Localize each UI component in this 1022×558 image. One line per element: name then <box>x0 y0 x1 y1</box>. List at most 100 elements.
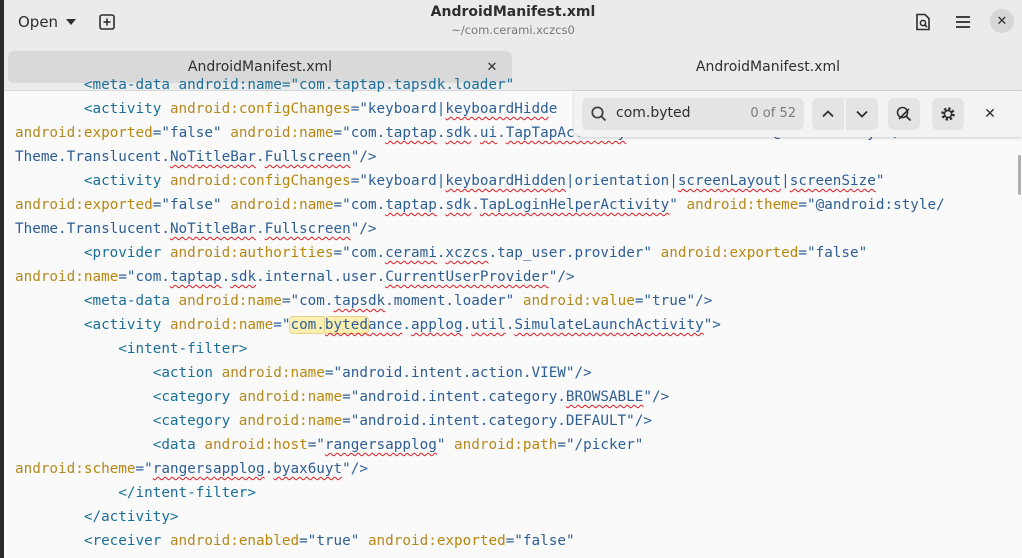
close-window-button[interactable]: ✕ <box>990 9 1014 33</box>
code-token: sdk <box>445 125 472 141</box>
code-token: taptap <box>169 269 222 285</box>
document-search-icon <box>916 13 930 31</box>
document-button[interactable] <box>908 8 938 36</box>
search-settings-button[interactable] <box>932 98 964 130</box>
code-token: sdk <box>445 197 472 213</box>
code-token: <meta-data <box>15 293 179 309</box>
code-token: host <box>273 437 308 453</box>
code-token: | <box>781 173 790 189</box>
code-token: ="@android:style/ <box>798 197 945 213</box>
code-line: android:name="com.taptap.sdk.internal.us… <box>15 265 945 289</box>
main-menu-button[interactable] <box>948 8 978 36</box>
code-token: rangersapplog <box>324 437 437 453</box>
code-token: enabled <box>238 533 300 549</box>
code-line: <activity android:name="com.bytedance.ap… <box>15 313 945 337</box>
chevron-up-icon <box>822 110 834 118</box>
previous-match-button[interactable] <box>812 98 844 130</box>
code-token: android: <box>660 245 730 261</box>
code-line: Theme.Translucent.NoTitleBar.Fullscreen"… <box>15 145 945 169</box>
code-token: name <box>299 125 334 141</box>
code-token: android: <box>454 437 523 453</box>
code-token: xczcs <box>445 245 489 261</box>
code-token: path <box>522 437 558 453</box>
code-token: ="false" <box>798 245 868 261</box>
code-token: scheme <box>83 461 136 477</box>
code-token: authorities <box>238 245 334 261</box>
code-line: <provider android: authorities="com.ceram… <box>15 241 945 265</box>
code-token: android: <box>238 413 308 429</box>
code-token: ="com. <box>333 245 386 261</box>
code-line: <data android:host="rangersapplog" andro… <box>15 433 945 457</box>
code-token: android: <box>169 317 239 333</box>
code-line: </intent-filter> <box>15 481 945 505</box>
code-token: </intent-filter> <box>15 485 257 501</box>
code-line: <category android:name="android.intent.c… <box>15 385 945 409</box>
code-token: android: <box>15 461 84 477</box>
code-token: . <box>471 197 480 213</box>
code-token: " <box>669 197 687 213</box>
search-match-highlight: byted <box>324 317 368 333</box>
code-token: name <box>307 413 343 429</box>
code-token: android: <box>238 389 308 405</box>
code-token: ui <box>479 125 498 141</box>
code-token: SimulateLaunchActivity <box>514 317 704 333</box>
code-token: . <box>462 317 472 333</box>
code-token: android: <box>367 533 437 549</box>
code-token: exported <box>436 533 506 549</box>
code-token: |orientation| <box>565 173 678 189</box>
code-token: <category <box>15 389 239 405</box>
code-token: . <box>221 269 231 285</box>
code-token: ="com. <box>281 293 334 309</box>
code-editor[interactable]: <meta-data android:name="com.taptap.taps… <box>4 77 1022 558</box>
code-line: <category android:name="android.intent.c… <box>15 409 945 433</box>
code-token: android: <box>230 197 300 213</box>
code-token: byax6uyt <box>273 461 343 477</box>
code-token: cerami <box>385 245 437 261</box>
code-token: value <box>591 293 635 309</box>
code-token: android: <box>169 173 239 189</box>
code-token: exported <box>83 197 153 213</box>
code-token: NoTitleBar <box>169 149 257 165</box>
code-token: TapLoginHelperActivity <box>479 197 670 213</box>
close-search-button[interactable]: ✕ <box>976 98 1004 130</box>
code-token: "/> <box>643 389 670 405</box>
search-field[interactable]: com.byted 0 of 52 <box>582 98 804 130</box>
code-token: <data <box>15 437 205 453</box>
match-count: 0 of 52 <box>750 106 796 121</box>
code-token: . <box>471 125 480 141</box>
code-token: android: <box>169 533 239 549</box>
code-token: <category <box>15 413 239 429</box>
code-token: configChanges <box>238 101 351 117</box>
search-input[interactable]: com.byted <box>616 105 691 121</box>
code-token: .internal.user. <box>256 269 386 285</box>
window-title: AndroidManifest.xml <box>430 4 596 20</box>
code-token: android: <box>15 125 84 141</box>
code-token: ="android.intent.category. <box>342 389 566 405</box>
code-token: ="true"/> <box>634 293 713 309</box>
close-icon: ✕ <box>984 106 996 122</box>
code-token: ="android.intent.action.VIEW"/> <box>324 365 592 381</box>
code-token: Fullscreen <box>264 149 351 165</box>
search-match-highlight: com. <box>290 317 325 333</box>
code-token: <meta-data android:name="com.taptap.taps… <box>15 77 515 93</box>
code-token: " <box>875 173 885 189</box>
code-token: ="/picker" <box>557 437 644 453</box>
code-token: ="keyboard| <box>350 173 446 189</box>
code-token: theme <box>755 197 799 213</box>
code-token: <provider <box>15 245 170 261</box>
code-token: taptap <box>385 197 437 213</box>
search-icon <box>591 106 607 122</box>
next-match-button[interactable] <box>846 98 878 130</box>
code-token: <action <box>15 365 222 381</box>
code-token: ="false" <box>505 533 575 549</box>
gear-icon <box>941 107 955 121</box>
vertical-scrollbar[interactable] <box>1018 155 1021 195</box>
code-token: exported <box>83 125 153 141</box>
code-token: . <box>256 221 265 237</box>
code-token: "/> <box>350 221 377 237</box>
code-token: "> <box>703 317 721 333</box>
code-token: sdk <box>230 269 257 285</box>
code-token: BROWSABLE <box>565 389 644 405</box>
hamburger-menu-icon <box>956 16 970 28</box>
replace-toggle-button[interactable] <box>888 98 920 130</box>
